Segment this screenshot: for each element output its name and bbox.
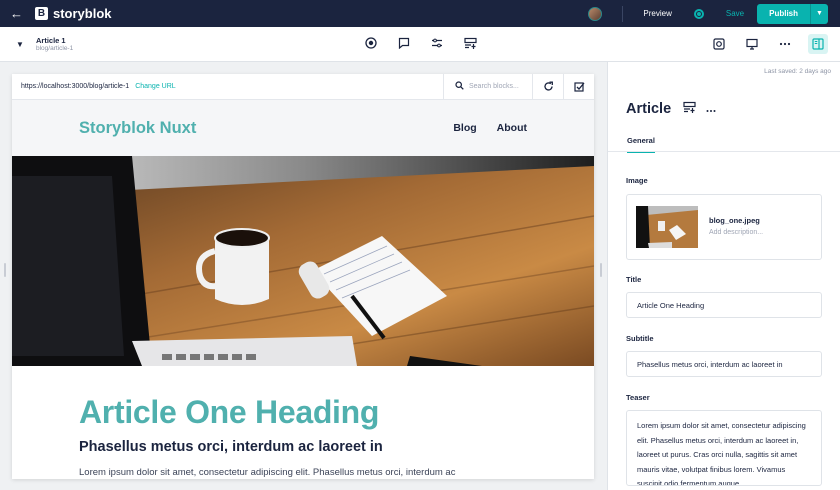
toolbar-center — [364, 36, 496, 50]
story-toolbar: ▼ Article 1 blog/article-1 — [0, 27, 840, 62]
teaser-label: Teaser — [626, 393, 650, 402]
title-field[interactable]: Article One Heading — [626, 292, 822, 318]
top-bar: ← B storyblok Preview Save Publish ▼ — [0, 0, 840, 27]
last-saved: Last saved: 2 days ago — [764, 68, 831, 75]
search-placeholder: Search blocks... — [469, 83, 519, 90]
toggle-panel-icon[interactable] — [808, 34, 828, 54]
publish-button-group: Publish ▼ — [757, 3, 828, 24]
comment-icon[interactable] — [397, 36, 411, 50]
schema-icon[interactable] — [463, 36, 477, 50]
storyblok-logo-icon: B — [35, 7, 48, 20]
resize-handle-right[interactable] — [600, 263, 602, 277]
preview-url: https://localhost:3000/blog/article-1 — [21, 83, 130, 90]
title-label: Title — [626, 275, 642, 284]
story-slug: blog/article-1 — [36, 45, 74, 52]
status-icon[interactable] — [693, 8, 704, 19]
divider — [622, 5, 624, 22]
search-blocks-input[interactable]: Search blocks... — [443, 74, 532, 100]
preview-button[interactable]: Preview — [643, 9, 671, 18]
more-options-icon[interactable] — [706, 100, 716, 118]
target-icon[interactable] — [364, 36, 378, 50]
site-nav: Blog About — [433, 122, 527, 134]
toolbar-right — [696, 34, 828, 54]
checklist-icon[interactable] — [563, 74, 594, 100]
change-url-link[interactable]: Change URL — [135, 83, 175, 90]
block-title: Article — [626, 101, 672, 117]
settings-sliders-icon[interactable] — [430, 36, 444, 50]
story-name: Article 1 — [36, 36, 66, 45]
nav-link-about[interactable]: About — [497, 122, 527, 134]
save-button[interactable]: Save — [726, 9, 744, 18]
url-bar: https://localhost:3000/blog/article-1 Ch… — [12, 74, 594, 100]
site-header: Storyblok Nuxt Blog About — [12, 100, 594, 156]
tab-divider — [608, 151, 840, 152]
site-brand[interactable]: Storyblok Nuxt — [79, 119, 196, 138]
chevron-down-icon[interactable]: ▼ — [16, 40, 30, 49]
subtitle-field[interactable]: Phasellus metus orci, interdum ac laoree… — [626, 351, 822, 377]
teaser-field[interactable]: Lorem ipsum dolor sit amet, consectetur … — [626, 410, 822, 486]
desktop-icon[interactable] — [742, 34, 762, 54]
search-icon — [455, 81, 464, 92]
visual-mode-icon[interactable] — [709, 34, 729, 54]
panel-title: Article — [626, 100, 716, 118]
avatar[interactable] — [588, 6, 603, 21]
resize-handle-left[interactable] — [4, 263, 6, 277]
image-description-input[interactable]: Add description... — [709, 229, 763, 236]
nav-link-blog[interactable]: Blog — [453, 122, 476, 134]
refresh-icon[interactable] — [532, 74, 563, 100]
subtitle-label: Subtitle — [626, 334, 654, 343]
more-options-icon[interactable] — [775, 34, 795, 54]
brand-name: storyblok — [53, 6, 112, 21]
schema-icon[interactable] — [683, 100, 696, 118]
preview-frame: https://localhost:3000/blog/article-1 Ch… — [12, 74, 594, 479]
story-title: Article 1 blog/article-1 — [36, 36, 73, 52]
article-subheading: Phasellus metus orci, interdum ac laoree… — [79, 439, 383, 455]
hero-image — [12, 156, 594, 366]
content-panel: Last saved: 2 days ago Article General I… — [607, 62, 840, 490]
back-arrow-icon[interactable]: ← — [10, 6, 30, 21]
article-paragraph: Lorem ipsum dolor sit amet, consectetur … — [79, 467, 456, 478]
article-heading: Article One Heading — [79, 394, 380, 430]
image-label: Image — [626, 176, 648, 185]
publish-button[interactable]: Publish — [757, 9, 810, 18]
image-asset-field[interactable]: blog_one.jpeg Add description... — [626, 194, 822, 260]
image-thumbnail — [636, 206, 698, 248]
chevron-down-icon[interactable]: ▼ — [810, 3, 828, 24]
image-filename: blog_one.jpeg — [709, 216, 760, 225]
